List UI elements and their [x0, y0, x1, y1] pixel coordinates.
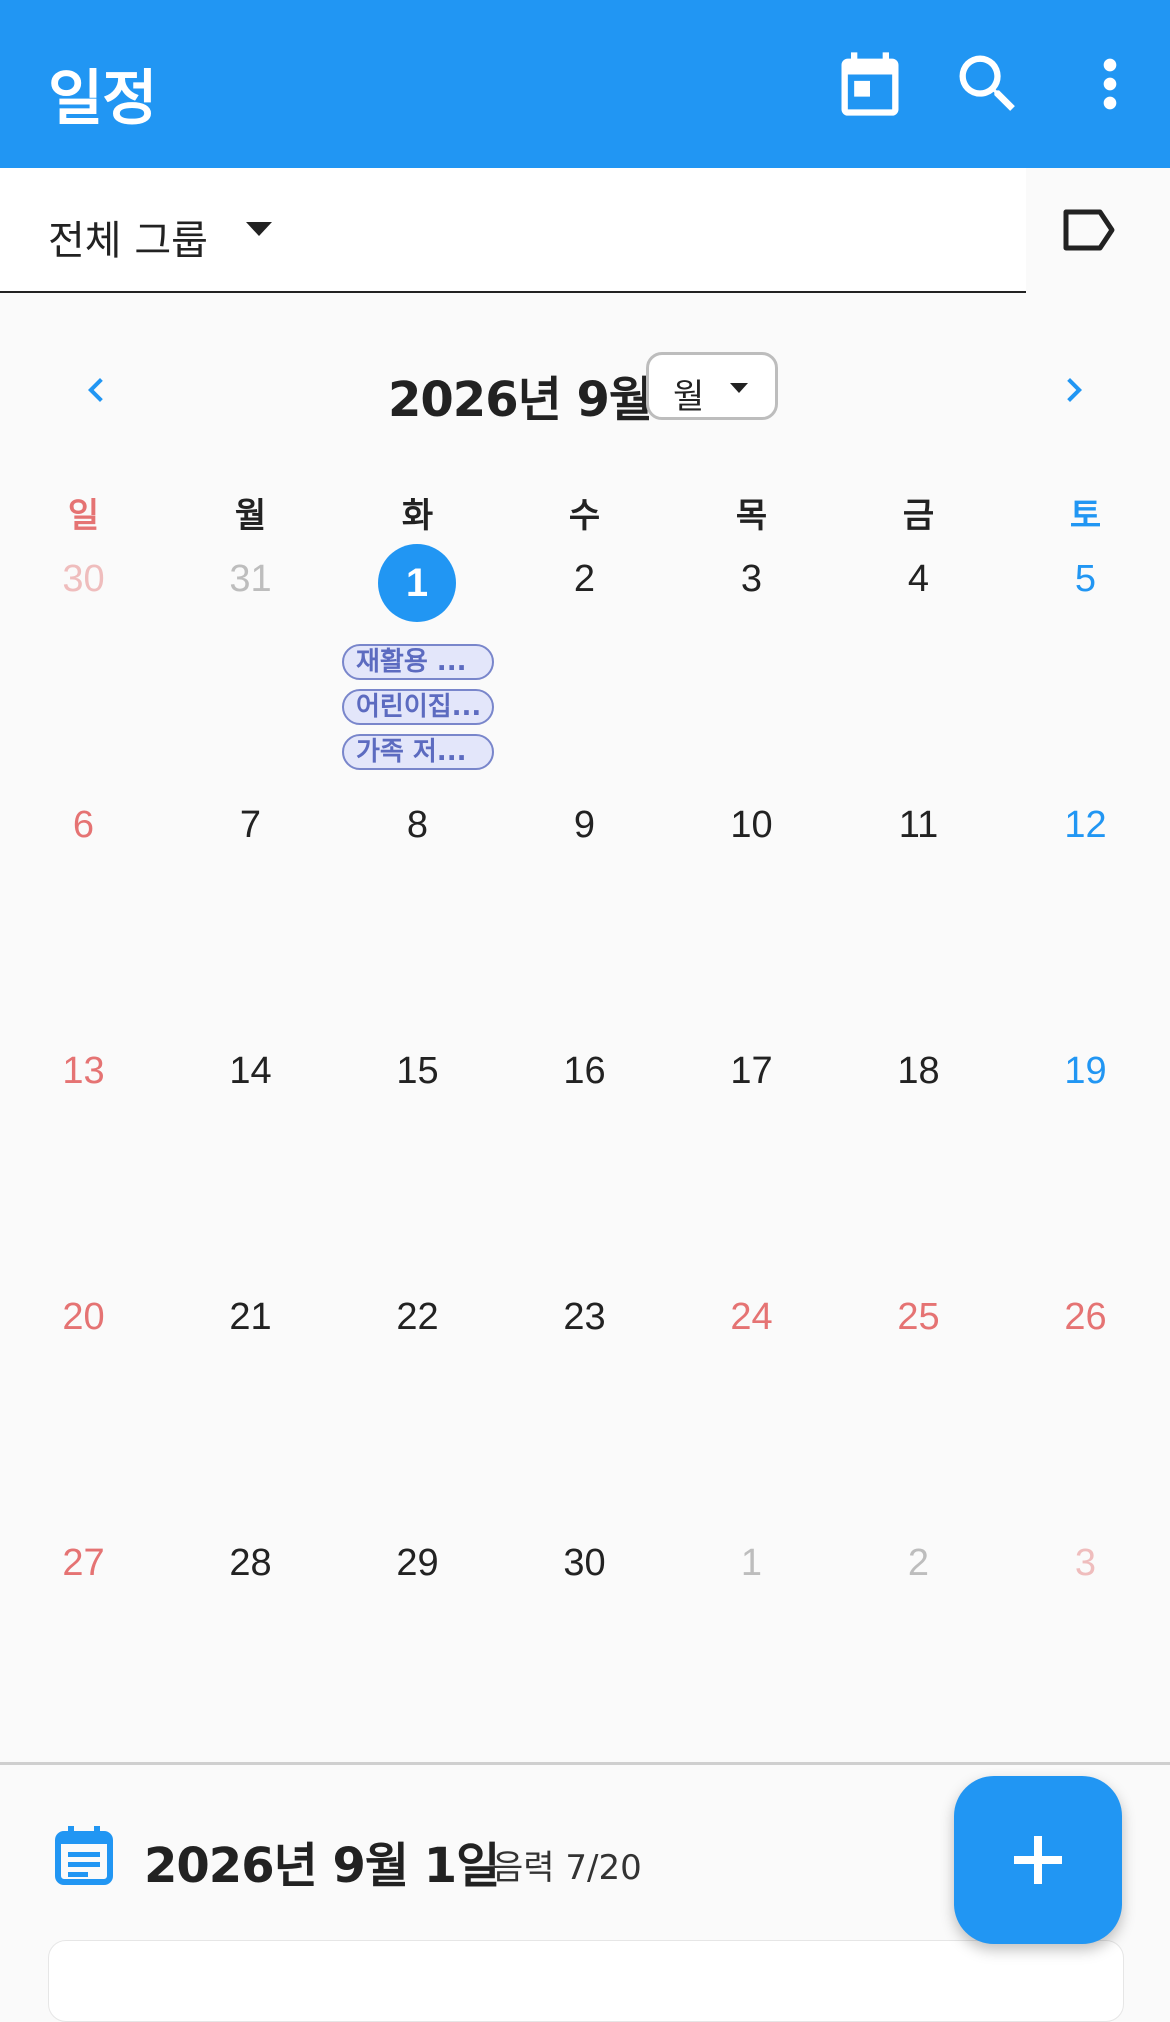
weekday-sat: 토	[1069, 496, 1102, 536]
calendar-day[interactable]: 3	[1002, 1542, 1169, 1585]
chevron-down-icon	[244, 220, 274, 243]
calendar-day[interactable]: 22	[334, 1296, 501, 1339]
label-outline-icon[interactable]	[1060, 208, 1116, 252]
weekday-sun: 일	[67, 496, 100, 536]
calendar-day[interactable]: 30	[0, 558, 167, 601]
event-note-icon	[54, 1824, 114, 1886]
calendar-day[interactable]: 9	[501, 804, 668, 847]
chevron-down-icon	[729, 381, 749, 399]
add-event-button[interactable]	[954, 1776, 1122, 1944]
calendar-day[interactable]: 7	[167, 804, 334, 847]
add-icon	[1014, 1836, 1062, 1884]
calendar-day[interactable]: 2	[835, 1542, 1002, 1585]
event-chip[interactable]: 가족 저...	[342, 734, 494, 770]
calendar-day[interactable]: 16	[501, 1050, 668, 1093]
calendar-day[interactable]: 20	[0, 1296, 167, 1339]
event-card[interactable]	[48, 1940, 1124, 2022]
weekday-mon: 월	[234, 496, 267, 536]
calendar-day[interactable]: 5	[1002, 558, 1169, 601]
calendar-day[interactable]: 11	[835, 804, 1002, 847]
calendar-day[interactable]: 4	[835, 558, 1002, 601]
month-title: 2026년 9월	[388, 372, 653, 428]
calendar-day[interactable]: 15	[334, 1050, 501, 1093]
weekday-header: 일 월 화 수 목 금 토	[0, 488, 1170, 538]
calendar-day[interactable]: 3	[668, 558, 835, 601]
divider	[0, 1762, 1170, 1765]
calendar-day[interactable]: 13	[0, 1050, 167, 1093]
calendar-day[interactable]: 27	[0, 1542, 167, 1585]
event-chip[interactable]: 재활용 ...	[342, 644, 494, 680]
selected-date: 2026년 9월 1일	[144, 1838, 500, 1894]
chevron-left-icon[interactable]	[72, 366, 120, 414]
calendar-day[interactable]: 29	[334, 1542, 501, 1585]
page-title: 일정	[48, 64, 157, 134]
calendar-day[interactable]: 2	[501, 558, 668, 601]
calendar-day[interactable]: 8	[334, 804, 501, 847]
calendar-day[interactable]: 12	[1002, 804, 1169, 847]
calendar-day[interactable]: 10	[668, 804, 835, 847]
calendar-day[interactable]: 23	[501, 1296, 668, 1339]
event-chip[interactable]: 어린이집...	[342, 689, 494, 725]
calendar-day[interactable]: 25	[835, 1296, 1002, 1339]
calendar-day[interactable]: 26	[1002, 1296, 1169, 1339]
view-mode-select[interactable]: 월	[646, 352, 778, 420]
calendar-day[interactable]: 19	[1002, 1050, 1169, 1093]
calendar-day[interactable]: 28	[167, 1542, 334, 1585]
search-icon[interactable]	[950, 46, 1026, 122]
view-mode-label: 월	[673, 377, 705, 417]
weekday-fri: 금	[902, 496, 935, 536]
calendar-day[interactable]: 18	[835, 1050, 1002, 1093]
app-bar: 일정	[0, 0, 1170, 168]
more-vert-icon[interactable]	[1072, 46, 1148, 122]
weekday-tue: 화	[401, 496, 434, 536]
calendar-day[interactable]: 14	[167, 1050, 334, 1093]
weekday-thu: 목	[735, 496, 768, 536]
month-navigation: 2026년 9월 월	[0, 340, 1170, 440]
calendar-day[interactable]: 6	[0, 804, 167, 847]
calendar-day[interactable]: 31	[167, 558, 334, 601]
calendar-day[interactable]: 17	[668, 1050, 835, 1093]
group-filter-dropdown[interactable]: 전체 그룹	[0, 168, 1026, 293]
lunar-date: 음력 7/20	[492, 1848, 642, 1888]
chevron-right-icon[interactable]	[1050, 366, 1098, 414]
weekday-wed: 수	[568, 496, 601, 536]
calendar-day[interactable]: 30	[501, 1542, 668, 1585]
calendar-day[interactable]: 1	[668, 1542, 835, 1585]
calendar-day[interactable]: 24	[668, 1296, 835, 1339]
calendar-today-icon[interactable]	[832, 46, 908, 122]
calendar-day-today[interactable]: 1	[378, 544, 456, 622]
group-filter-label: 전체 그룹	[48, 218, 208, 264]
calendar-day[interactable]: 21	[167, 1296, 334, 1339]
